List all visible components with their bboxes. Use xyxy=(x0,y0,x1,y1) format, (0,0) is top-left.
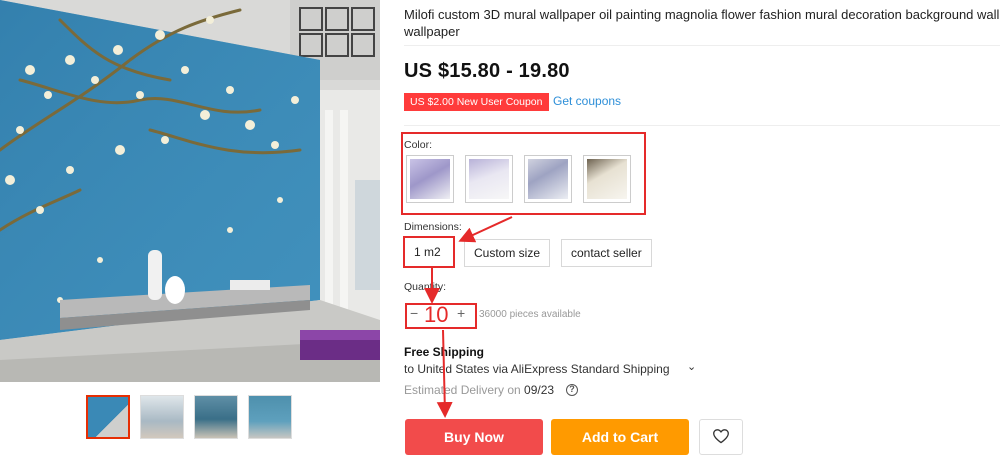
estimated-delivery: Estimated Delivery on 09/23 xyxy=(404,383,554,397)
free-shipping-title: Free Shipping xyxy=(404,345,485,359)
plus-icon[interactable]: + xyxy=(457,305,465,321)
get-coupons-link[interactable]: Get coupons xyxy=(553,94,621,108)
thumbnail-4[interactable] xyxy=(248,395,292,439)
new-user-coupon-badge: US $2.00 New User Coupon xyxy=(404,93,549,111)
thumbnail-3[interactable] xyxy=(194,395,238,439)
quantity-label: Quantity: xyxy=(404,281,447,293)
delivery-date: 09/23 xyxy=(524,383,555,397)
mural-room-illustration xyxy=(0,0,380,382)
dimensions-label: Dimensions: xyxy=(404,221,462,233)
product-title: Milofi custom 3D mural wallpaper oil pai… xyxy=(404,7,1000,39)
color-swatch-2[interactable] xyxy=(465,155,513,203)
add-to-cart-button[interactable]: Add to Cart xyxy=(551,419,689,455)
thumbnail-strip xyxy=(86,395,292,439)
dimension-option-contact-seller[interactable]: contact seller xyxy=(561,239,652,267)
color-label: Color: xyxy=(404,139,433,151)
heart-icon xyxy=(713,428,729,443)
pieces-available: 36000 pieces available xyxy=(479,309,581,320)
dimension-option-1m2[interactable]: 1 m2 xyxy=(406,239,449,267)
price-range: US $15.80 - 19.80 xyxy=(404,60,570,82)
thumbnail-2[interactable] xyxy=(140,395,184,439)
main-product-image[interactable] xyxy=(0,0,380,382)
buy-now-button[interactable]: Buy Now xyxy=(405,419,543,455)
dimension-option-custom-size[interactable]: Custom size xyxy=(464,239,551,267)
chevron-down-icon[interactable]: ⌄ xyxy=(687,360,696,373)
minus-icon[interactable]: − xyxy=(410,305,418,321)
divider xyxy=(404,125,1000,126)
color-swatch-1[interactable] xyxy=(406,155,454,203)
delivery-prefix: Estimated Delivery on xyxy=(404,383,525,397)
color-swatch-4[interactable] xyxy=(583,155,631,203)
thumbnail-1[interactable] xyxy=(86,395,130,439)
wishlist-button[interactable] xyxy=(699,419,743,455)
help-icon[interactable]: ? xyxy=(566,384,578,396)
quantity-input[interactable]: 10 xyxy=(424,302,448,328)
divider xyxy=(404,45,1000,46)
color-swatch-3[interactable] xyxy=(524,155,572,203)
shipping-route[interactable]: to United States via AliExpress Standard… xyxy=(404,362,670,376)
